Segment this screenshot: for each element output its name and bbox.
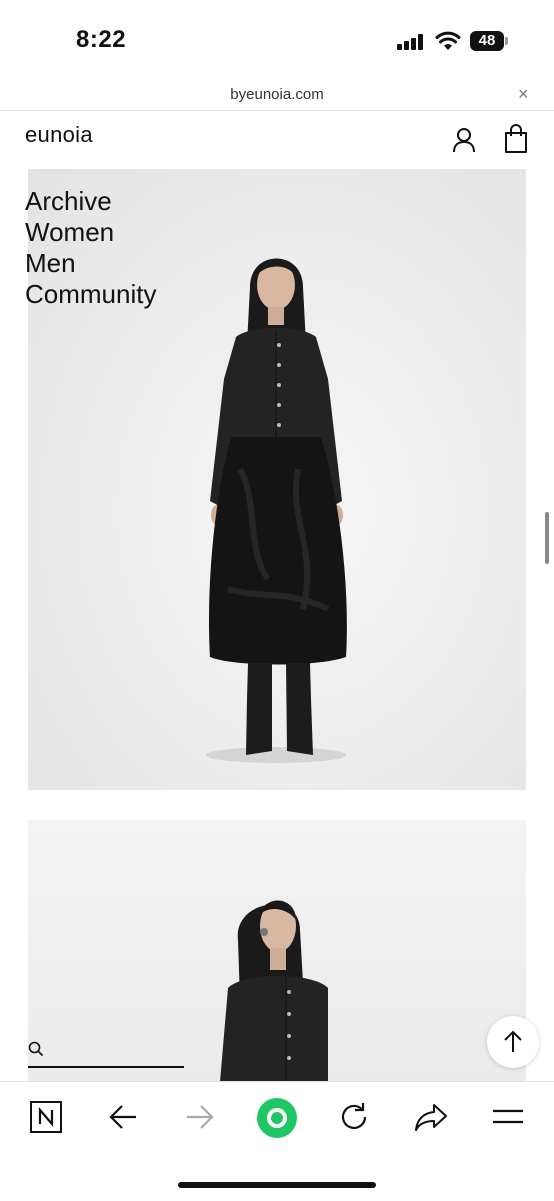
shopping-bag-icon[interactable] xyxy=(504,124,528,154)
scroll-top-button[interactable] xyxy=(487,1016,539,1068)
nav-item-women[interactable]: Women xyxy=(25,217,156,248)
search-input-underline[interactable] xyxy=(28,1066,184,1068)
site-nav: Archive Women Men Community xyxy=(25,186,156,310)
close-icon[interactable]: × xyxy=(518,84,529,105)
cellular-signal-icon xyxy=(397,34,427,50)
share-icon[interactable] xyxy=(414,1102,448,1132)
product-image[interactable] xyxy=(28,820,526,1082)
status-time: 8:22 xyxy=(76,26,127,53)
battery-nub xyxy=(505,37,508,45)
naver-n-icon[interactable] xyxy=(30,1101,62,1133)
url-bar[interactable]: byeunoia.com × xyxy=(0,80,554,111)
nav-item-men[interactable]: Men xyxy=(25,248,156,279)
green-dot-icon[interactable] xyxy=(256,1097,298,1139)
reload-icon[interactable] xyxy=(338,1101,370,1133)
home-indicator xyxy=(178,1182,376,1188)
arrow-up-icon xyxy=(504,1030,522,1052)
forward-arrow-icon[interactable] xyxy=(185,1103,215,1131)
model-photo-2 xyxy=(220,900,328,1082)
back-arrow-icon[interactable] xyxy=(108,1103,138,1131)
brand-logo[interactable]: eunoia xyxy=(25,122,93,148)
battery-indicator: 48 xyxy=(470,31,504,51)
scrollbar[interactable] xyxy=(545,512,549,564)
wifi-icon xyxy=(435,31,461,50)
menu-icon[interactable] xyxy=(492,1107,524,1127)
search-icon[interactable] xyxy=(28,1041,44,1057)
nav-item-community[interactable]: Community xyxy=(25,279,156,310)
person-icon[interactable] xyxy=(452,127,476,153)
url-text[interactable]: byeunoia.com xyxy=(0,86,554,103)
status-bar: 8:22 48 xyxy=(0,0,554,80)
nav-item-archive[interactable]: Archive xyxy=(25,186,156,217)
